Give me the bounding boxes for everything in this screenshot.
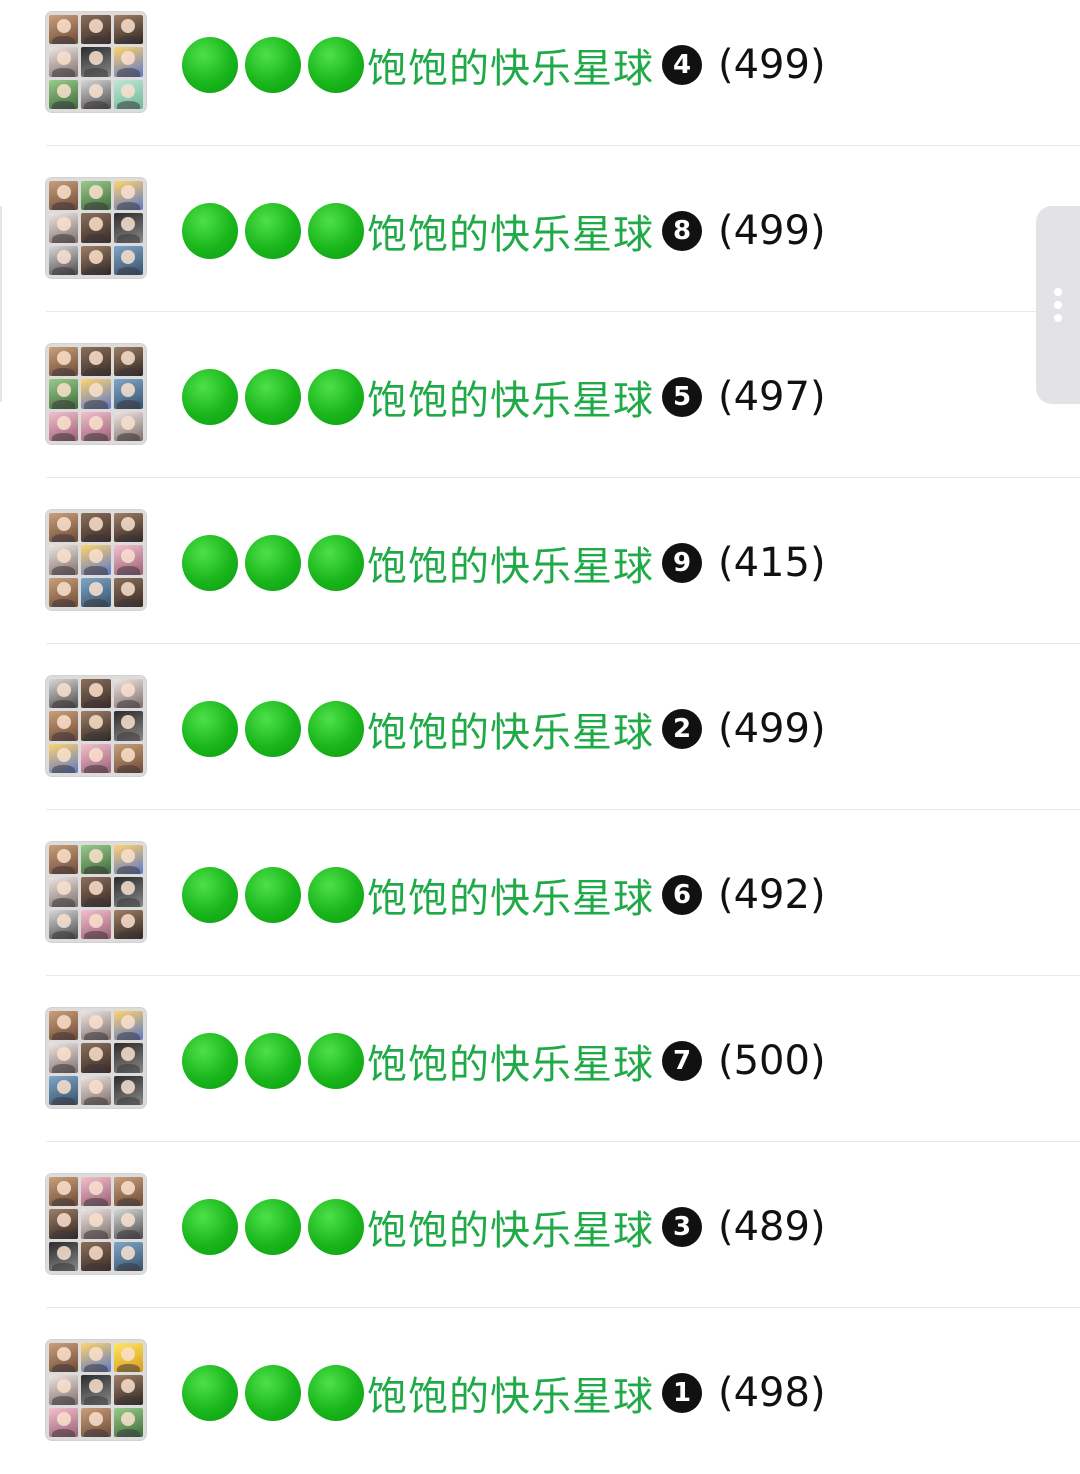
green-circle-icon	[245, 867, 301, 923]
green-circle-icon	[308, 701, 364, 757]
number-badge: 9	[662, 543, 702, 583]
green-circle-icon	[245, 1033, 301, 1089]
group-avatar	[46, 842, 146, 942]
group-avatar	[46, 178, 146, 278]
group-chat-list: 饱饱的快乐星球 4 (499) 饱饱的快乐星球 8 (499) 饱饱的快乐星球 …	[0, 0, 1080, 1474]
green-circle-icon	[245, 535, 301, 591]
member-count: (499)	[718, 706, 826, 752]
member-count: (499)	[718, 42, 826, 88]
number-badge: 3	[662, 1207, 702, 1247]
number-badge: 4	[662, 45, 702, 85]
green-circle-icon	[182, 1365, 238, 1421]
member-count: (497)	[718, 374, 826, 420]
green-circle-icon	[245, 1199, 301, 1255]
group-title: 饱饱的快乐星球 7 (500)	[182, 1031, 826, 1091]
group-title: 饱饱的快乐星球 6 (492)	[182, 865, 826, 925]
group-row[interactable]: 饱饱的快乐星球 4 (499)	[0, 0, 1080, 146]
green-circle-icon	[245, 37, 301, 93]
green-circle-icon	[308, 203, 364, 259]
number-badge: 8	[662, 211, 702, 251]
green-circle-icon	[308, 37, 364, 93]
group-row[interactable]: 饱饱的快乐星球 3 (489)	[0, 1142, 1080, 1308]
group-title: 饱饱的快乐星球 3 (489)	[182, 1197, 826, 1257]
group-title: 饱饱的快乐星球 9 (415)	[182, 533, 826, 593]
group-avatar	[46, 344, 146, 444]
number-badge: 5	[662, 377, 702, 417]
green-circle-icon	[182, 701, 238, 757]
green-circle-icon	[182, 535, 238, 591]
green-circle-icon	[245, 1365, 301, 1421]
group-avatar	[46, 1340, 146, 1440]
member-count: (500)	[718, 1038, 826, 1084]
green-circle-icon	[308, 369, 364, 425]
group-name: 饱饱的快乐星球	[367, 212, 654, 258]
group-row[interactable]: 饱饱的快乐星球 6 (492)	[0, 810, 1080, 976]
group-title: 饱饱的快乐星球 2 (499)	[182, 699, 826, 759]
green-circle-icon	[245, 203, 301, 259]
green-circle-icon	[182, 1199, 238, 1255]
group-row[interactable]: 饱饱的快乐星球 2 (499)	[0, 644, 1080, 810]
member-count: (415)	[718, 540, 826, 586]
more-vertical-icon	[1052, 288, 1064, 328]
group-name: 饱饱的快乐星球	[367, 1208, 654, 1254]
green-circle-icon	[182, 203, 238, 259]
green-circle-icon	[308, 1033, 364, 1089]
number-badge: 1	[662, 1373, 702, 1413]
green-circle-icon	[308, 1199, 364, 1255]
group-name: 饱饱的快乐星球	[367, 544, 654, 590]
number-badge: 6	[662, 875, 702, 915]
member-count: (499)	[718, 208, 826, 254]
group-row[interactable]: 饱饱的快乐星球 9 (415)	[0, 478, 1080, 644]
group-name: 饱饱的快乐星球	[367, 710, 654, 756]
group-name: 饱饱的快乐星球	[367, 46, 654, 92]
green-circle-icon	[182, 1033, 238, 1089]
group-row[interactable]: 饱饱的快乐星球 1 (498)	[0, 1308, 1080, 1474]
group-title: 饱饱的快乐星球 4 (499)	[182, 35, 826, 95]
number-badge: 7	[662, 1041, 702, 1081]
group-row[interactable]: 饱饱的快乐星球 8 (499)	[0, 146, 1080, 312]
group-name: 饱饱的快乐星球	[367, 378, 654, 424]
green-circle-icon	[245, 701, 301, 757]
group-name: 饱饱的快乐星球	[367, 876, 654, 922]
group-avatar	[46, 12, 146, 112]
member-count: (492)	[718, 872, 826, 918]
green-circle-icon	[308, 1365, 364, 1421]
group-name: 饱饱的快乐星球	[367, 1374, 654, 1420]
group-avatar	[46, 510, 146, 610]
group-row[interactable]: 饱饱的快乐星球 7 (500)	[0, 976, 1080, 1142]
group-name: 饱饱的快乐星球	[367, 1042, 654, 1088]
group-title: 饱饱的快乐星球 1 (498)	[182, 1363, 826, 1423]
green-circle-icon	[182, 867, 238, 923]
number-badge: 2	[662, 709, 702, 749]
green-circle-icon	[182, 369, 238, 425]
side-drawer-handle[interactable]	[1036, 206, 1080, 404]
group-title: 饱饱的快乐星球 8 (499)	[182, 201, 826, 261]
member-count: (498)	[718, 1370, 826, 1416]
green-circle-icon	[245, 369, 301, 425]
green-circle-icon	[182, 37, 238, 93]
group-title: 饱饱的快乐星球 5 (497)	[182, 367, 826, 427]
group-row[interactable]: 饱饱的快乐星球 5 (497)	[0, 312, 1080, 478]
group-avatar	[46, 1174, 146, 1274]
group-avatar	[46, 1008, 146, 1108]
green-circle-icon	[308, 867, 364, 923]
group-avatar	[46, 676, 146, 776]
member-count: (489)	[718, 1204, 826, 1250]
green-circle-icon	[308, 535, 364, 591]
